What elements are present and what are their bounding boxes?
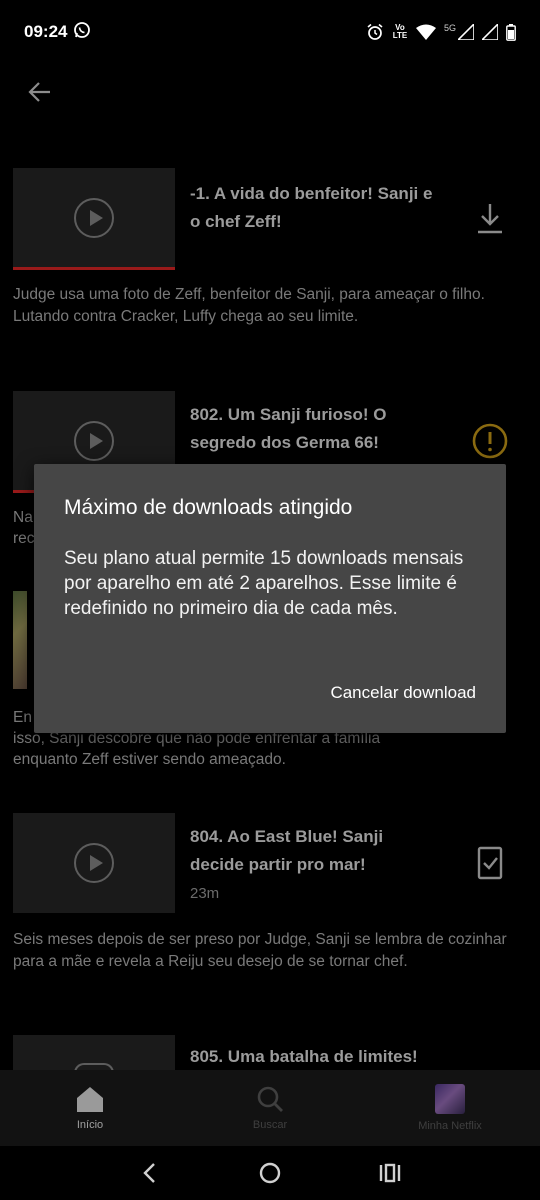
chevron-left-icon	[143, 1163, 155, 1183]
watch-progress-bar	[13, 267, 175, 270]
system-back-button[interactable]	[135, 1158, 165, 1188]
dialog-title: Máximo de downloads atingido	[64, 496, 353, 519]
system-home-button[interactable]	[255, 1158, 285, 1188]
downloaded-check-icon	[477, 846, 503, 880]
nav-search[interactable]: Buscar	[180, 1070, 360, 1146]
home-icon	[77, 1087, 103, 1112]
nav-label: Buscar	[252, 1119, 288, 1131]
download-error-button[interactable]	[470, 421, 510, 461]
circle-home-icon	[259, 1162, 281, 1184]
nav-label: Início	[76, 1119, 104, 1131]
avatar	[435, 1084, 465, 1114]
episode-title[interactable]: -1. A vida do benfeitor! Sanji e o chef …	[190, 180, 440, 236]
download-button[interactable]	[470, 198, 510, 238]
bottom-navigation: Início Buscar Minha Netflix	[0, 1070, 540, 1146]
nav-label: Minha Netflix	[418, 1120, 482, 1132]
episode-thumbnail[interactable]	[13, 591, 27, 689]
play-icon	[74, 421, 114, 461]
episode-thumbnail[interactable]	[13, 1035, 175, 1091]
episode-thumbnail[interactable]	[13, 813, 175, 913]
episode-description-partial: enquanto Zeff estiver sendo ameaçado.	[13, 751, 286, 768]
episode-thumbnail[interactable]	[13, 168, 175, 270]
play-icon	[74, 843, 114, 883]
episode-title[interactable]: 804. Ao East Blue! Sanji decide partir p…	[190, 823, 440, 879]
episode-title[interactable]: 805. Uma batalha de limites!	[190, 1043, 440, 1071]
search-icon	[257, 1086, 283, 1112]
system-navigation-bar	[0, 1146, 540, 1200]
downloaded-button[interactable]	[470, 843, 510, 883]
download-limit-dialog: Máximo de downloads atingido Seu plano a…	[34, 464, 506, 733]
episode-duration: 23m	[190, 885, 220, 902]
nav-my-netflix[interactable]: Minha Netflix	[360, 1070, 540, 1146]
play-icon	[74, 198, 114, 238]
alert-circle-icon	[472, 423, 508, 459]
episode-description: Seis meses depois de ser preso por Judge…	[13, 931, 507, 970]
dialog-message: Seu plano atual permite 15 downloads men…	[64, 548, 464, 619]
recents-icon	[379, 1163, 401, 1183]
download-icon	[478, 204, 502, 234]
episode-title[interactable]: 802. Um Sanji furioso! O segredo dos Ger…	[190, 401, 440, 457]
cancel-download-button[interactable]: Cancelar download	[330, 683, 476, 703]
system-recents-button[interactable]	[375, 1158, 405, 1188]
nav-home[interactable]: Início	[0, 1070, 180, 1146]
episode-description: Judge usa uma foto de Zeff, benfeitor de…	[13, 286, 485, 325]
